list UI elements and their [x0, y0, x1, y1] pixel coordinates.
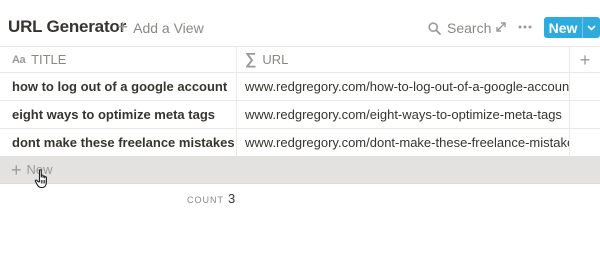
chevron-down-icon — [587, 24, 596, 31]
add-view-button[interactable]: + Add a View — [117, 17, 204, 38]
page-title[interactable]: URL Generator — [8, 17, 126, 37]
search-icon — [428, 21, 441, 35]
count-value: 3 — [228, 191, 236, 206]
url-cell[interactable]: www.redgregory.com/eight-ways-to-optimiz… — [237, 101, 570, 128]
search-label: Search — [447, 20, 492, 36]
new-button[interactable]: New — [544, 17, 600, 38]
add-new-row-button[interactable]: + New — [0, 156, 600, 184]
more-icon[interactable] — [517, 20, 533, 34]
expand-icon[interactable] — [494, 20, 508, 34]
count-aggregate[interactable]: COUNT 3 — [187, 191, 235, 206]
new-dropdown-toggle[interactable] — [583, 24, 600, 31]
hand-cursor-icon — [34, 169, 47, 189]
count-label: COUNT — [187, 195, 224, 205]
table-row[interactable]: eight ways to optimize meta tags www.red… — [0, 101, 600, 129]
formula-sigma-icon: ∑ — [245, 50, 257, 68]
title-cell[interactable]: eight ways to optimize meta tags — [0, 101, 237, 128]
url-cell[interactable]: www.redgregory.com/dont-make-these-freel… — [237, 129, 570, 156]
title-cell[interactable]: dont make these freelance mistakes — [0, 129, 237, 156]
text-type-icon: Aa — [12, 53, 26, 66]
column-header-label: URL — [262, 52, 289, 67]
search-button[interactable]: Search — [428, 19, 491, 37]
url-cell[interactable]: www.redgregory.com/how-to-log-out-of-a-g… — [237, 73, 570, 100]
column-header-url[interactable]: ∑ URL — [237, 47, 570, 72]
column-header-title[interactable]: Aa TITLE — [0, 47, 237, 72]
plus-icon: + — [11, 159, 22, 180]
add-view-label: Add a View — [133, 20, 204, 36]
plus-icon: + — [579, 49, 591, 70]
column-header-label: TITLE — [31, 52, 67, 67]
table-header-row: Aa TITLE ∑ URL + — [0, 46, 600, 73]
table-row[interactable]: dont make these freelance mistakes www.r… — [0, 129, 600, 157]
table-row[interactable]: how to log out of a google account www.r… — [0, 73, 600, 101]
add-column-button[interactable]: + — [570, 47, 600, 72]
new-button-label: New — [548, 19, 578, 36]
plus-icon: + — [117, 17, 129, 38]
title-cell[interactable]: how to log out of a google account — [0, 73, 237, 100]
